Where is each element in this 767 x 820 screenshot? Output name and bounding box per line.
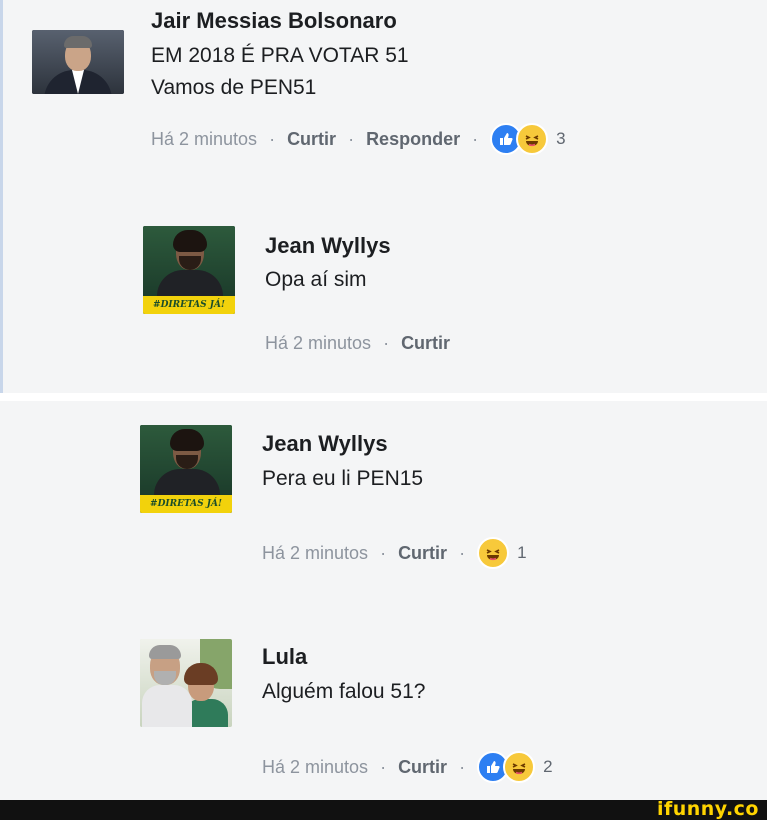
laughing-face-icon xyxy=(477,537,510,569)
comment-author[interactable]: Jean Wyllys xyxy=(265,233,391,259)
divider xyxy=(0,393,767,401)
avatar-lula[interactable] xyxy=(140,639,232,727)
comment-text-line: Opa aí sim xyxy=(265,268,367,291)
reaction-count: 1 xyxy=(517,543,527,562)
comment-meta: Há 2 minutos · Curtir · 2 xyxy=(262,751,553,783)
timestamp: Há 2 minutos xyxy=(262,756,369,777)
reaction-summary[interactable]: 2 xyxy=(477,751,553,783)
ifunny-watermark: ifunny.co xyxy=(656,798,759,820)
like-link[interactable]: Curtir xyxy=(287,129,336,150)
separator: · xyxy=(269,128,276,149)
avatar-jean-wyllys[interactable]: #DIRETAS JÁ! xyxy=(140,425,232,513)
comment-author[interactable]: Lula xyxy=(262,644,307,670)
separator: · xyxy=(459,542,466,563)
avatar-banner: #DIRETAS JÁ! xyxy=(143,296,235,314)
comment-meta: Há 2 minutos · Curtir xyxy=(265,333,450,354)
reaction-summary[interactable]: 1 xyxy=(477,537,527,569)
comment-text-line: Vamos de PEN51 xyxy=(151,76,317,99)
comment-author[interactable]: Jean Wyllys xyxy=(262,431,388,457)
timestamp: Há 2 minutos xyxy=(151,128,258,149)
comment-text-line: Pera eu li PEN15 xyxy=(262,467,424,490)
reaction-count: 3 xyxy=(556,129,566,148)
comment-thread-top: Jair Messias Bolsonaro EM 2018 É PRA VOT… xyxy=(0,0,767,393)
reaction-count: 2 xyxy=(543,757,553,776)
separator: · xyxy=(472,128,479,149)
separator: · xyxy=(383,333,390,353)
avatar-banner: #DIRETAS JÁ! xyxy=(140,495,232,513)
comment-meta: Há 2 minutos · Curtir · Responder · 3 xyxy=(151,123,566,155)
timestamp: Há 2 minutos xyxy=(262,542,369,563)
watermark-bar: ifunny.co xyxy=(0,798,767,820)
comment-text-line: Alguém falou 51? xyxy=(262,680,426,703)
laughing-face-icon xyxy=(503,751,536,783)
comment-text-line: EM 2018 É PRA VOTAR 51 xyxy=(151,44,409,67)
separator: · xyxy=(380,756,387,777)
avatar-jean-wyllys[interactable]: #DIRETAS JÁ! xyxy=(143,226,235,314)
separator: · xyxy=(459,756,466,777)
like-link[interactable]: Curtir xyxy=(401,333,450,354)
avatar-bolsonaro[interactable] xyxy=(32,30,124,94)
like-link[interactable]: Curtir xyxy=(398,543,447,564)
comment-thread-bottom: #DIRETAS JÁ! Jean Wyllys Pera eu li PEN1… xyxy=(0,401,767,800)
reaction-summary[interactable]: 3 xyxy=(490,123,566,155)
comment-meta: Há 2 minutos · Curtir · 1 xyxy=(262,537,527,569)
timestamp: Há 2 minutos xyxy=(265,333,372,353)
separator: · xyxy=(348,128,355,149)
reply-link[interactable]: Responder xyxy=(366,129,460,150)
laughing-face-icon xyxy=(516,123,549,155)
comment-author[interactable]: Jair Messias Bolsonaro xyxy=(151,8,397,34)
separator: · xyxy=(380,542,387,563)
like-link[interactable]: Curtir xyxy=(398,757,447,778)
